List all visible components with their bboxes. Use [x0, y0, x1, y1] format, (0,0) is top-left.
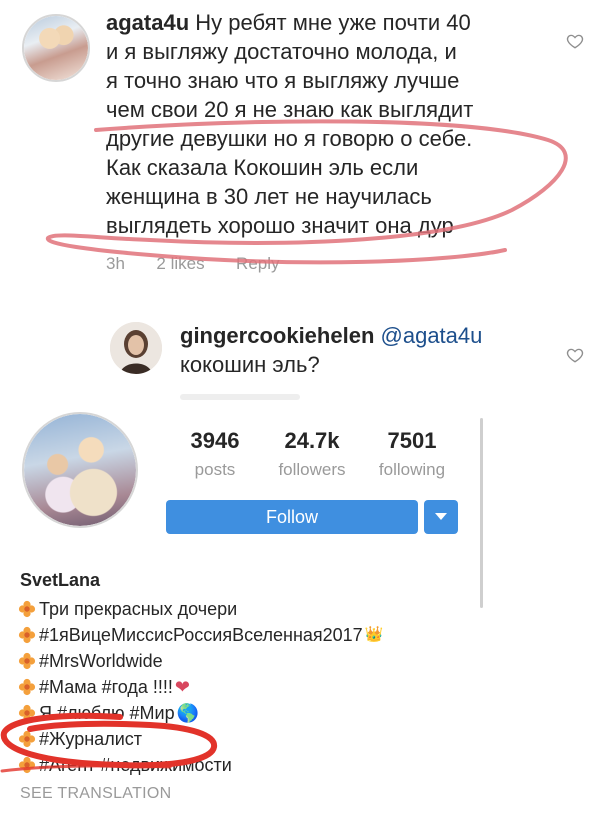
annotation-circle: [0, 712, 217, 773]
comment-line: Ну ребят мне уже почти 40: [195, 10, 471, 35]
profile-stats: 3946 posts 24.7k followers 7501 followin…: [170, 428, 460, 488]
stat-following[interactable]: 7501 following: [366, 428, 458, 480]
reply-avatar[interactable]: [110, 322, 162, 374]
bio-text: Три прекрасных дочери: [39, 599, 238, 619]
annotation-swoosh: [45, 119, 568, 265]
follow-button[interactable]: Follow: [166, 500, 418, 534]
following-label: following: [378, 460, 446, 479]
see-translation-link[interactable]: SEE TRANSLATION: [20, 785, 172, 803]
profile-name: SvetLana: [20, 570, 101, 590]
stat-followers[interactable]: 24.7k followers: [266, 428, 358, 480]
chevron-down-icon: [435, 513, 447, 520]
suggestions-dropdown-button[interactable]: [424, 500, 458, 534]
avatar-image: [24, 16, 88, 80]
bio-hashtag[interactable]: #MrsWorldwide: [39, 648, 163, 674]
comment-line: и я выгляжу достаточно молода, и: [106, 39, 457, 64]
following-count: 7501: [387, 428, 437, 453]
flower-icon: [18, 678, 36, 696]
bio-line: #MrsWorldwide: [18, 648, 478, 674]
flower-icon: [18, 600, 36, 618]
bio-line: Три прекрасных дочери: [18, 596, 478, 622]
comment-line: я точно знаю что я выгляжу лучше: [106, 68, 460, 93]
bio-line: #Мама #года !!!! ❤: [18, 674, 478, 700]
scrollbar[interactable]: [480, 418, 483, 608]
flower-icon: [18, 652, 36, 670]
crown-icon: 👑: [364, 626, 384, 643]
reply-like-heart-icon[interactable]: [566, 346, 584, 364]
posts-count: 3946: [190, 428, 240, 453]
posts-label: posts: [194, 460, 236, 479]
flower-icon: [18, 626, 36, 644]
reply-mention[interactable]: @agata4u: [381, 323, 483, 348]
like-heart-icon[interactable]: [566, 32, 584, 50]
profile-avatar[interactable]: [22, 412, 138, 528]
reply-text: кокошин эль?: [180, 352, 320, 377]
stat-posts[interactable]: 3946 posts: [170, 428, 260, 480]
bio-line: #1яВицеМиссисРоссияВселенная2017 👑: [18, 622, 478, 648]
reply-meta-cutoff: [180, 394, 300, 400]
bio-hashtag[interactable]: #1яВицеМиссисРоссияВселенная2017: [39, 622, 363, 648]
reply-body: gingercookiehelen @agata4u кокошин эль?: [180, 321, 560, 379]
comment-username[interactable]: agata4u: [106, 10, 189, 35]
heart-emoji-icon: ❤: [174, 677, 191, 697]
reply-username[interactable]: gingercookiehelen: [180, 323, 374, 348]
profile-photo: [24, 414, 136, 526]
bio-hashtag[interactable]: #Мама #года !!!!: [39, 674, 173, 700]
followers-label: followers: [278, 460, 346, 479]
commenter-avatar[interactable]: [22, 14, 90, 82]
person-photo-icon: [110, 322, 162, 374]
followers-count: 24.7k: [284, 428, 340, 453]
